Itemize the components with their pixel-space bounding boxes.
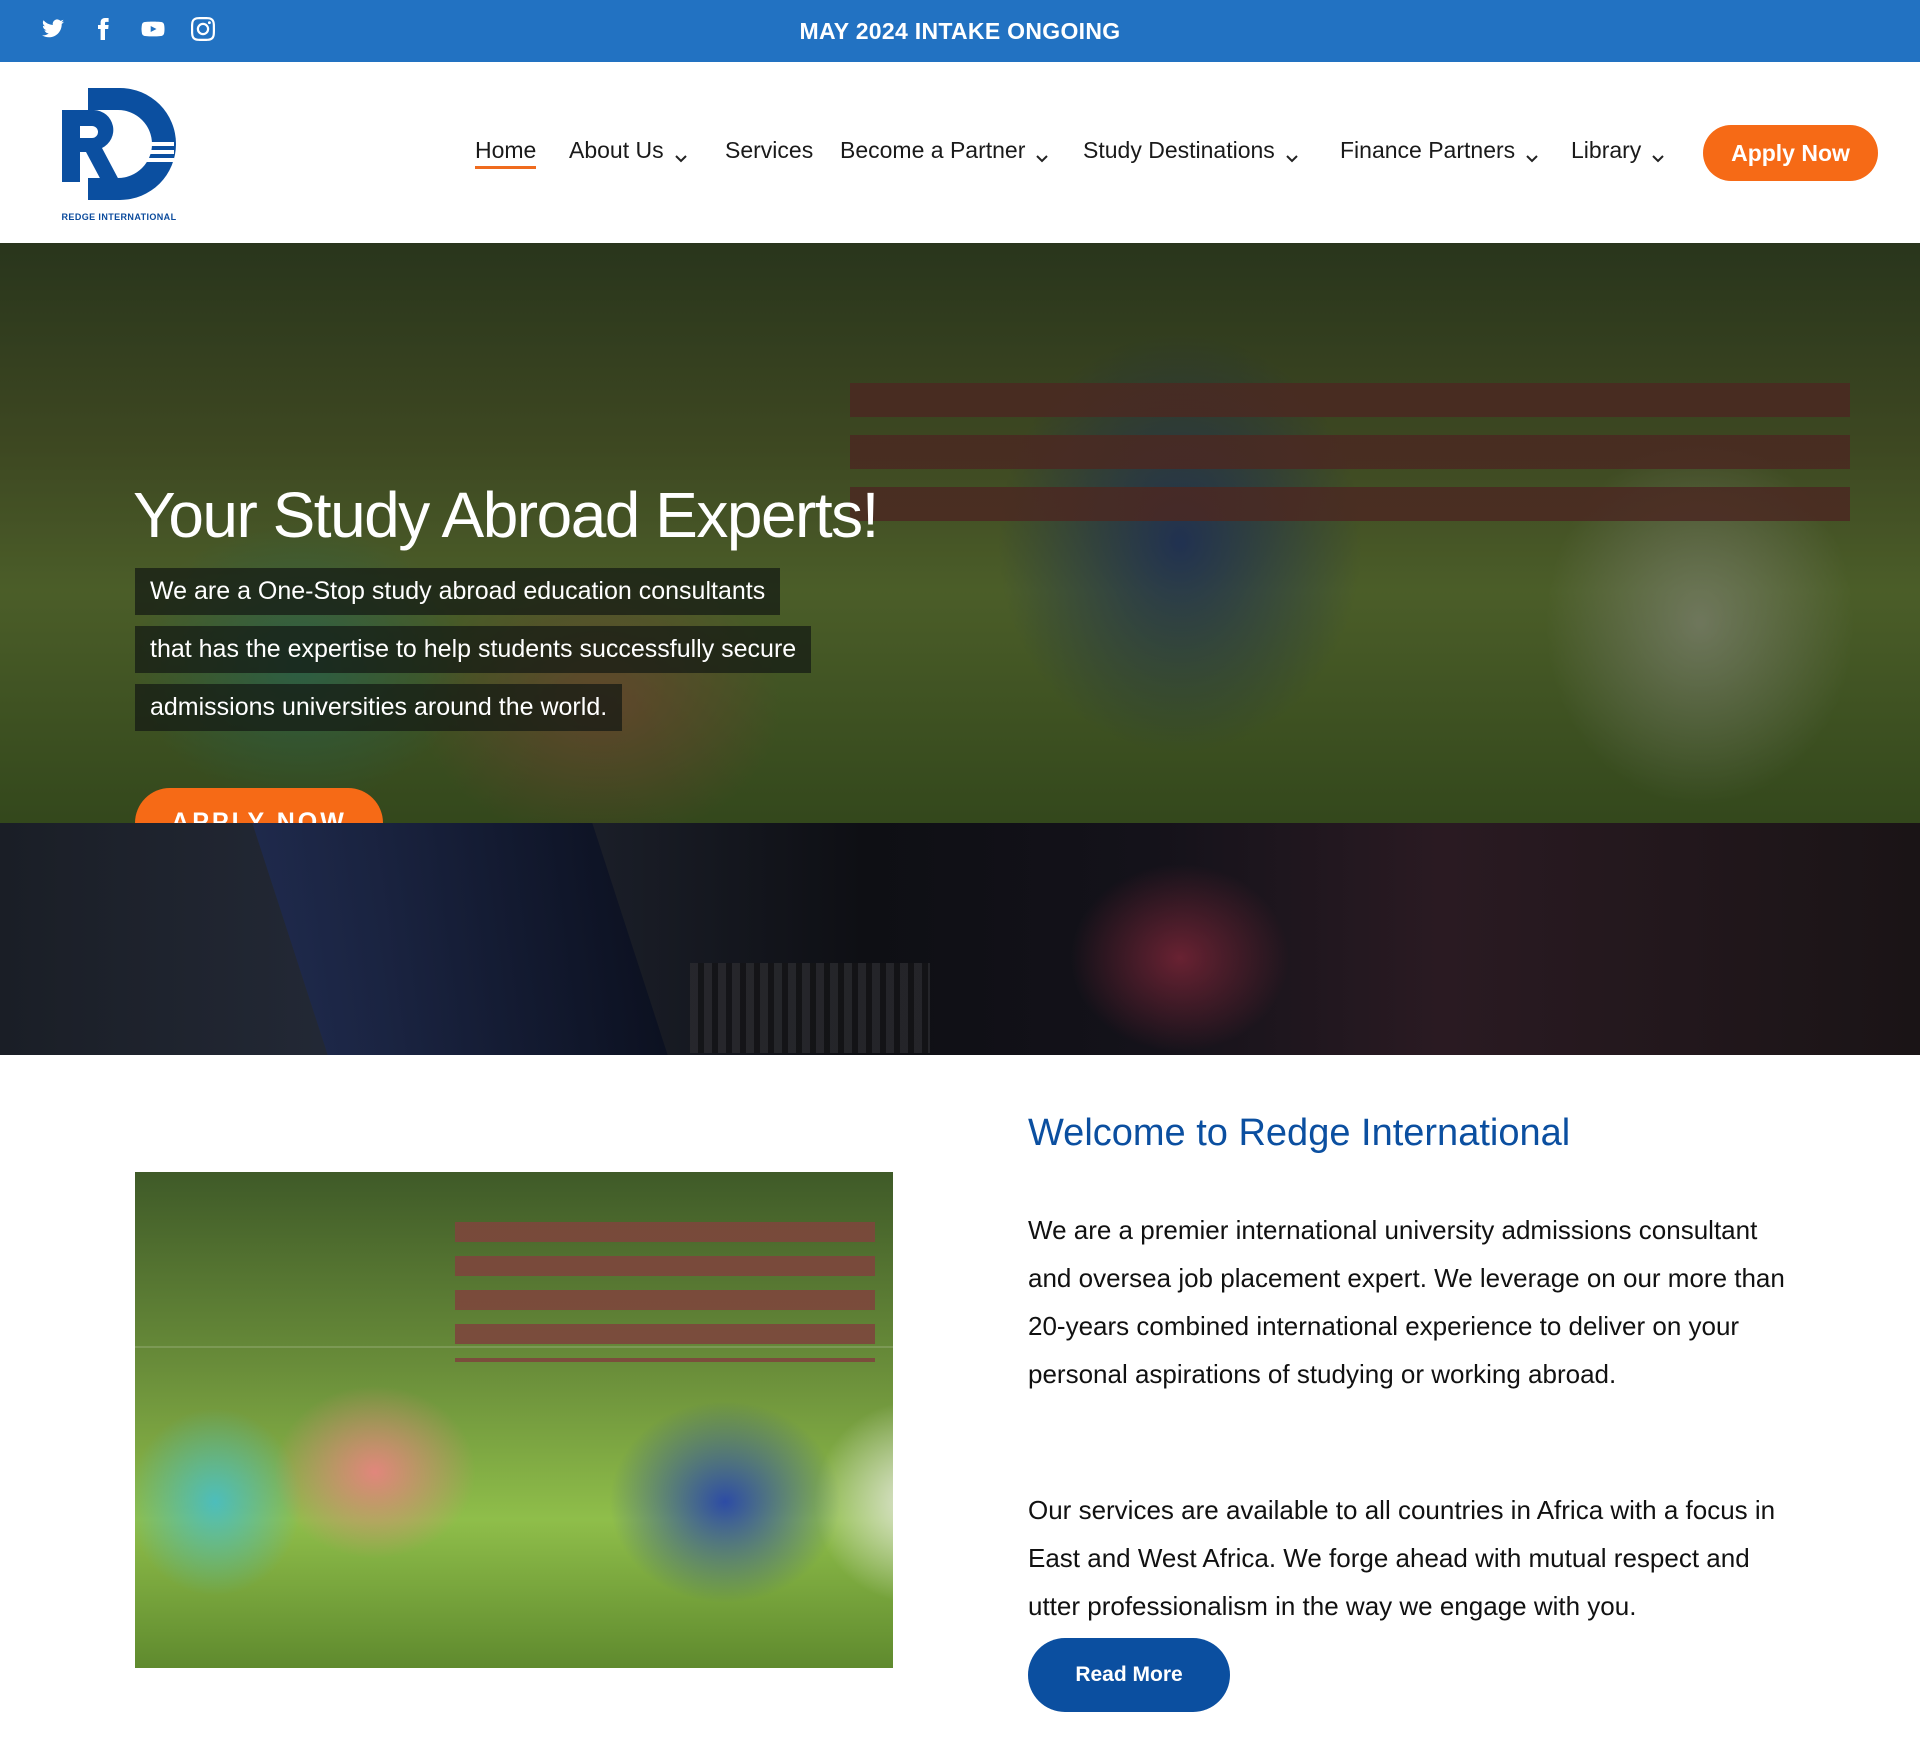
strip-image-detail — [1070, 863, 1290, 1053]
nav-label-finance-partners: Finance Partners — [1340, 137, 1516, 163]
apply-now-button[interactable]: Apply Now — [1703, 125, 1878, 181]
nav-label-library: Library — [1571, 137, 1642, 163]
nav-item-finance-partners[interactable]: Finance Partners — [1340, 137, 1539, 164]
chevron-down-icon — [674, 144, 688, 162]
nav-item-library[interactable]: Library — [1571, 137, 1665, 164]
nav-item-home[interactable]: Home — [475, 137, 537, 169]
photo-seam — [135, 1346, 893, 1348]
nav-item-study-destinations[interactable]: Study Destinations — [1083, 137, 1299, 164]
nav-label-services: Services — [725, 137, 814, 163]
hero-line: We are a One-Stop study abroad education… — [135, 568, 781, 615]
announcement-bar: MAY 2024 INTAKE ONGOING — [0, 0, 1920, 62]
nav-label-become-a-partner: Become a Partner — [840, 137, 1026, 163]
nav-item-services[interactable]: Services — [725, 137, 813, 164]
hero-section: Your Study Abroad Experts! We are a One-… — [0, 243, 1920, 823]
nav-item-become-a-partner[interactable]: Become a Partner — [840, 137, 1049, 164]
main-nav: Home About Us Services Become a Partner … — [0, 62, 1920, 243]
welcome-paragraph-2: Our services are available to all countr… — [1028, 1495, 1776, 1621]
chevron-down-icon — [1035, 144, 1049, 162]
laptop-image-strip — [0, 823, 1920, 1055]
site-header: REDGE INTERNATIONAL Home About Us Servic… — [0, 62, 1920, 243]
hero-line: that has the expertise to help students … — [135, 626, 812, 673]
intake-announcement: MAY 2024 INTAKE ONGOING — [799, 18, 1121, 44]
laptop-screen-image — [252, 823, 668, 1055]
read-more-button[interactable]: Read More — [1028, 1638, 1230, 1712]
welcome-paragraph-1: We are a premier international universit… — [1028, 1215, 1785, 1389]
chevron-down-icon — [1651, 144, 1665, 162]
students-photo — [135, 1172, 893, 1668]
welcome-title: Welcome to Redge International — [1028, 1112, 1571, 1154]
chevron-down-icon — [1525, 144, 1539, 162]
nav-item-about-us[interactable]: About Us — [569, 137, 688, 164]
nav-label-home: Home — [475, 137, 537, 169]
keyboard-image — [690, 963, 930, 1053]
hero-apply-now-button[interactable]: APPLY NOW — [135, 788, 383, 823]
hero-title: Your Study Abroad Experts! — [133, 479, 879, 551]
photo-bench — [455, 1222, 875, 1362]
chevron-down-icon — [1285, 144, 1299, 162]
hero-subtitle: We are a One-Stop study abroad education… — [135, 568, 812, 742]
nav-label-about-us: About Us — [569, 137, 664, 163]
nav-label-study-destinations: Study Destinations — [1083, 137, 1275, 163]
hero-line: admissions universities around the world… — [135, 684, 623, 731]
